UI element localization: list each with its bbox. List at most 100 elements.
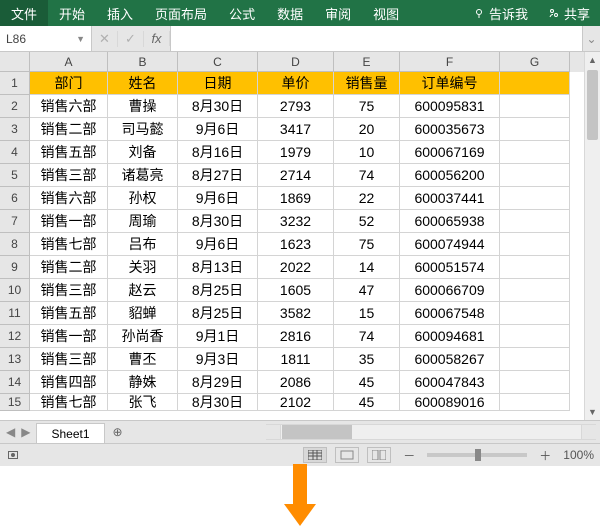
sheet-nav[interactable]: ◀▶ xyxy=(0,421,36,443)
cell[interactable]: 600095831 xyxy=(400,95,500,118)
column-header[interactable]: F xyxy=(400,52,500,72)
tell-me[interactable]: 告诉我 xyxy=(463,0,538,26)
cell[interactable]: 周瑜 xyxy=(108,210,178,233)
column-header[interactable]: C xyxy=(178,52,258,72)
cell[interactable]: 52 xyxy=(334,210,400,233)
expand-formula-icon[interactable]: ⌄ xyxy=(582,26,600,51)
cell[interactable]: 9月6日 xyxy=(178,118,258,141)
cell[interactable]: 刘备 xyxy=(108,141,178,164)
tab-view[interactable]: 视图 xyxy=(362,0,410,26)
cell[interactable]: 销售七部 xyxy=(30,233,108,256)
cell[interactable]: 吕布 xyxy=(108,233,178,256)
cell[interactable]: 日期 xyxy=(178,72,258,95)
cell[interactable]: 3417 xyxy=(258,118,334,141)
row-header[interactable]: 14 xyxy=(0,371,30,394)
cell[interactable]: 8月16日 xyxy=(178,141,258,164)
cell[interactable] xyxy=(500,141,570,164)
formula-input[interactable] xyxy=(170,26,582,51)
cell[interactable]: 600067548 xyxy=(400,302,500,325)
cell[interactable]: 35 xyxy=(334,348,400,371)
cell[interactable]: 8月25日 xyxy=(178,302,258,325)
cell[interactable]: 单价 xyxy=(258,72,334,95)
cell[interactable]: 销售三部 xyxy=(30,164,108,187)
cell[interactable]: 9月6日 xyxy=(178,233,258,256)
cell[interactable]: 曹操 xyxy=(108,95,178,118)
cell[interactable]: 8月27日 xyxy=(178,164,258,187)
tab-data[interactable]: 数据 xyxy=(266,0,314,26)
cell[interactable]: 1605 xyxy=(258,279,334,302)
cell[interactable] xyxy=(500,210,570,233)
cell[interactable]: 74 xyxy=(334,164,400,187)
cell[interactable] xyxy=(500,164,570,187)
cell[interactable]: 销售六部 xyxy=(30,187,108,210)
cell[interactable]: 销售四部 xyxy=(30,371,108,394)
cell[interactable]: 600051574 xyxy=(400,256,500,279)
cell[interactable] xyxy=(500,256,570,279)
cell[interactable]: 静姝 xyxy=(108,371,178,394)
cell[interactable]: 45 xyxy=(334,371,400,394)
cell[interactable]: 销售三部 xyxy=(30,348,108,371)
cell[interactable]: 销售六部 xyxy=(30,95,108,118)
cell[interactable] xyxy=(500,302,570,325)
cell[interactable]: 8月29日 xyxy=(178,371,258,394)
cell[interactable]: 75 xyxy=(334,233,400,256)
cell[interactable]: 8月25日 xyxy=(178,279,258,302)
column-header[interactable]: G xyxy=(500,52,570,72)
scroll-down-icon[interactable]: ▼ xyxy=(585,404,600,420)
column-header[interactable]: A xyxy=(30,52,108,72)
cell[interactable] xyxy=(500,95,570,118)
row-header[interactable]: 6 xyxy=(0,187,30,210)
cell[interactable]: 部门 xyxy=(30,72,108,95)
cell[interactable]: 曹丕 xyxy=(108,348,178,371)
row-header[interactable]: 3 xyxy=(0,118,30,141)
name-box[interactable]: L86 ▼ xyxy=(0,26,92,51)
cell[interactable]: 2816 xyxy=(258,325,334,348)
row-header[interactable]: 1 xyxy=(0,72,30,95)
cell[interactable]: 22 xyxy=(334,187,400,210)
cell[interactable]: 14 xyxy=(334,256,400,279)
cell[interactable]: 2086 xyxy=(258,371,334,394)
cell[interactable]: 销售量 xyxy=(334,72,400,95)
zoom-slider[interactable] xyxy=(427,453,527,457)
record-macro-icon[interactable] xyxy=(6,449,20,461)
tab-home[interactable]: 开始 xyxy=(48,0,96,26)
row-header[interactable]: 15 xyxy=(0,394,30,411)
cell[interactable]: 销售七部 xyxy=(30,394,108,411)
tab-insert[interactable]: 插入 xyxy=(96,0,144,26)
cell[interactable]: 1979 xyxy=(258,141,334,164)
cell[interactable]: 3232 xyxy=(258,210,334,233)
cell[interactable] xyxy=(500,348,570,371)
cell[interactable]: 10 xyxy=(334,141,400,164)
cell[interactable]: 销售五部 xyxy=(30,302,108,325)
cell[interactable]: 75 xyxy=(334,95,400,118)
cell[interactable]: 销售二部 xyxy=(30,256,108,279)
cell[interactable]: 销售三部 xyxy=(30,279,108,302)
cell[interactable]: 1869 xyxy=(258,187,334,210)
tab-review[interactable]: 审阅 xyxy=(314,0,362,26)
cell[interactable]: 孙尚香 xyxy=(108,325,178,348)
tab-page-layout[interactable]: 页面布局 xyxy=(144,0,218,26)
row-header[interactable]: 8 xyxy=(0,233,30,256)
cell[interactable]: 600067169 xyxy=(400,141,500,164)
cell[interactable]: 8月30日 xyxy=(178,95,258,118)
cell[interactable] xyxy=(500,394,570,411)
scroll-up-icon[interactable]: ▲ xyxy=(585,52,600,68)
sheet-tab-active[interactable]: Sheet1 xyxy=(36,423,104,443)
cell[interactable] xyxy=(500,325,570,348)
cell[interactable]: 诸葛亮 xyxy=(108,164,178,187)
cell[interactable]: 2714 xyxy=(258,164,334,187)
cell[interactable]: 赵云 xyxy=(108,279,178,302)
row-header[interactable]: 7 xyxy=(0,210,30,233)
fx-icon[interactable]: fx xyxy=(144,31,170,46)
cell[interactable]: 45 xyxy=(334,394,400,411)
row-header[interactable]: 5 xyxy=(0,164,30,187)
view-page-layout-button[interactable] xyxy=(335,447,359,463)
row-header[interactable]: 10 xyxy=(0,279,30,302)
cell[interactable] xyxy=(500,72,570,95)
zoom-in-button[interactable]: ＋ xyxy=(535,447,555,464)
cell[interactable]: 600089016 xyxy=(400,394,500,411)
row-header[interactable]: 12 xyxy=(0,325,30,348)
cell[interactable]: 2102 xyxy=(258,394,334,411)
cell[interactable]: 8月30日 xyxy=(178,210,258,233)
cell[interactable]: 600058267 xyxy=(400,348,500,371)
